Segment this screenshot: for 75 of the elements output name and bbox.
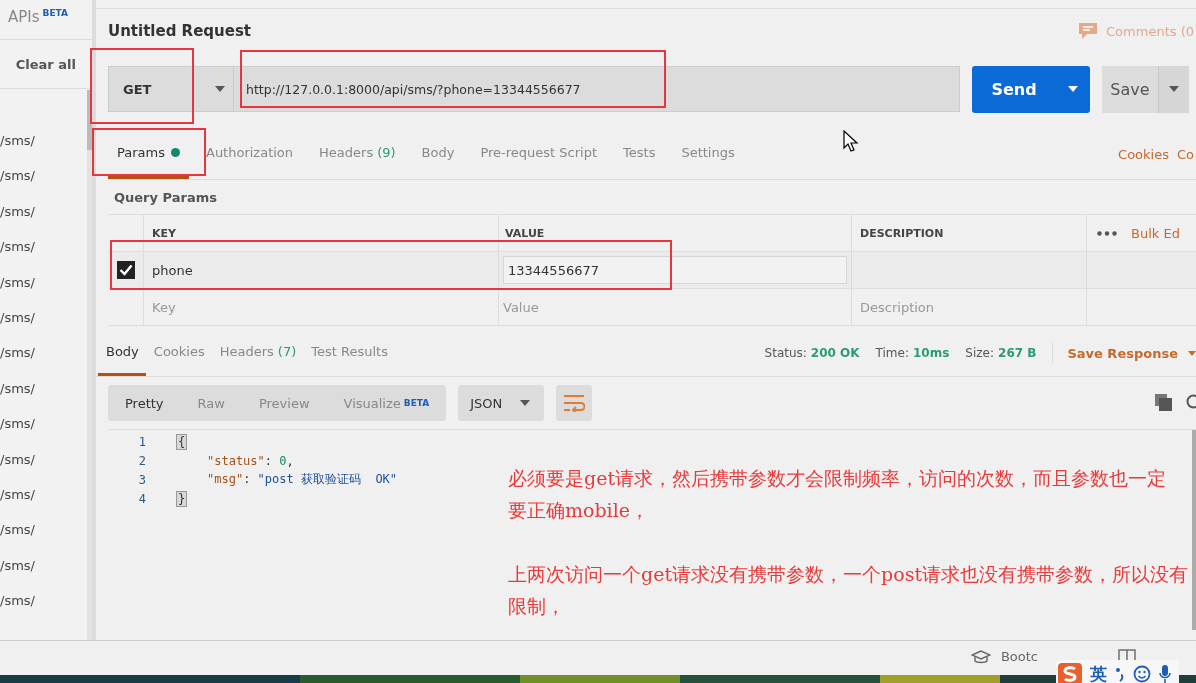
description-input[interactable]: Description [860,299,1060,315]
history-item[interactable]: /sms/ [0,130,35,152]
request-tab[interactable]: Params [108,129,189,179]
bootcamp-link[interactable]: Bootc [970,649,1038,664]
history-item[interactable]: /sms/ [0,519,35,542]
history-item[interactable]: /sms/ [0,448,35,471]
scrollbar[interactable] [87,90,92,640]
history-item[interactable]: /sms/ [0,271,35,294]
line-number: 4 [137,491,146,506]
input-method-toolbar[interactable]: 英 [1056,660,1179,683]
history-item[interactable]: /sms/ [0,590,35,613]
value-input[interactable]: Value [503,299,703,315]
line-number: 1 [137,434,146,449]
wrap-lines-icon [563,394,586,412]
beta-label: BETA [42,8,68,18]
microphone-icon[interactable] [1159,665,1171,683]
column-header: DESCRIPTION [851,215,1086,251]
request-title: Untitled Request [108,22,252,40]
cursor-icon [843,130,859,152]
logo-icon [1058,663,1082,683]
punctuation-icon[interactable] [1115,666,1125,682]
key-input[interactable]: Key [152,299,352,315]
column-header: KEY [143,215,498,251]
meta-value: 10ms [913,346,950,360]
copy-icon[interactable] [1155,394,1172,411]
comment-icon [1078,22,1099,40]
send-options-button[interactable] [1056,65,1090,113]
wrap-button[interactable] [556,385,593,421]
method-dropdown[interactable]: GET [108,66,234,112]
code-line: "status": 0, [207,453,294,468]
annotation-text: 必须要是get请求，然后携带参数才会限制频率，访问的次数，而且参数也一定要正确mobile， [508,466,1168,523]
line-number: 3 [137,472,146,487]
meta-label: Status: [764,346,807,360]
history-item[interactable]: /sms/ [0,236,35,259]
checkbox[interactable] [116,261,135,279]
send-button[interactable]: Send [972,65,1056,113]
save-response-link[interactable]: Save Response [1067,345,1178,361]
view-mode-tab[interactable]: Pretty [108,385,181,421]
meta-value: 267 B [998,346,1037,360]
cookies-link[interactable]: Co [1176,146,1194,162]
clear-all-button[interactable]: Clear all [15,56,76,72]
meta-label: Time: [875,346,909,360]
caret-icon [1188,350,1196,356]
table-cell[interactable]: phone [143,252,498,288]
code-line: "msg": "post 获取验证码 OK" [207,471,398,488]
history-item[interactable]: /sms/ [0,306,35,329]
caret-icon [520,400,531,406]
caret-icon [1169,86,1179,92]
input-mode[interactable]: 英 [1090,662,1107,683]
cookies-link[interactable]: Cookies [1118,146,1169,162]
graduation-cap-icon [970,649,991,664]
caret-icon [215,86,225,92]
format-dropdown[interactable]: JSON [458,385,545,421]
column-header: VALUE [498,215,851,251]
history-item[interactable]: /sms/ [0,483,35,506]
more-icon[interactable] [1097,230,1117,236]
history-item[interactable]: /sms/ [0,413,35,436]
history-item[interactable]: /sms/ [0,165,35,188]
response-tab[interactable]: Body [98,330,146,376]
bulk-edit-link[interactable]: Bulk Ed [1131,225,1180,241]
annotation-text: 上两次访问一个get请求没有携带参数，一个post请求也没有携带参数，所以没有限制， [508,562,1190,619]
history-item[interactable]: /sms/ [0,342,35,365]
meta-value: 200 OK [810,346,860,360]
line-number: 2 [137,453,146,468]
caret-icon [1068,86,1078,92]
history-item[interactable]: /sms/ [0,200,35,223]
history-item[interactable]: /sms/ [0,377,35,400]
save-button[interactable]: Save [1102,65,1158,113]
view-mode-tab[interactable]: Visualize $^{BETA}$ [326,385,447,421]
url-field[interactable]: http://127.0.0.1:8000/api/sms/?phone=13344556677 [234,66,960,112]
value-field[interactable]: 13344556677 [503,256,847,284]
history-item[interactable]: /sms/ [0,554,35,577]
meta-label: Size: [965,346,995,360]
section-title: Query Params [113,188,218,207]
smiley-icon[interactable] [1133,665,1151,683]
